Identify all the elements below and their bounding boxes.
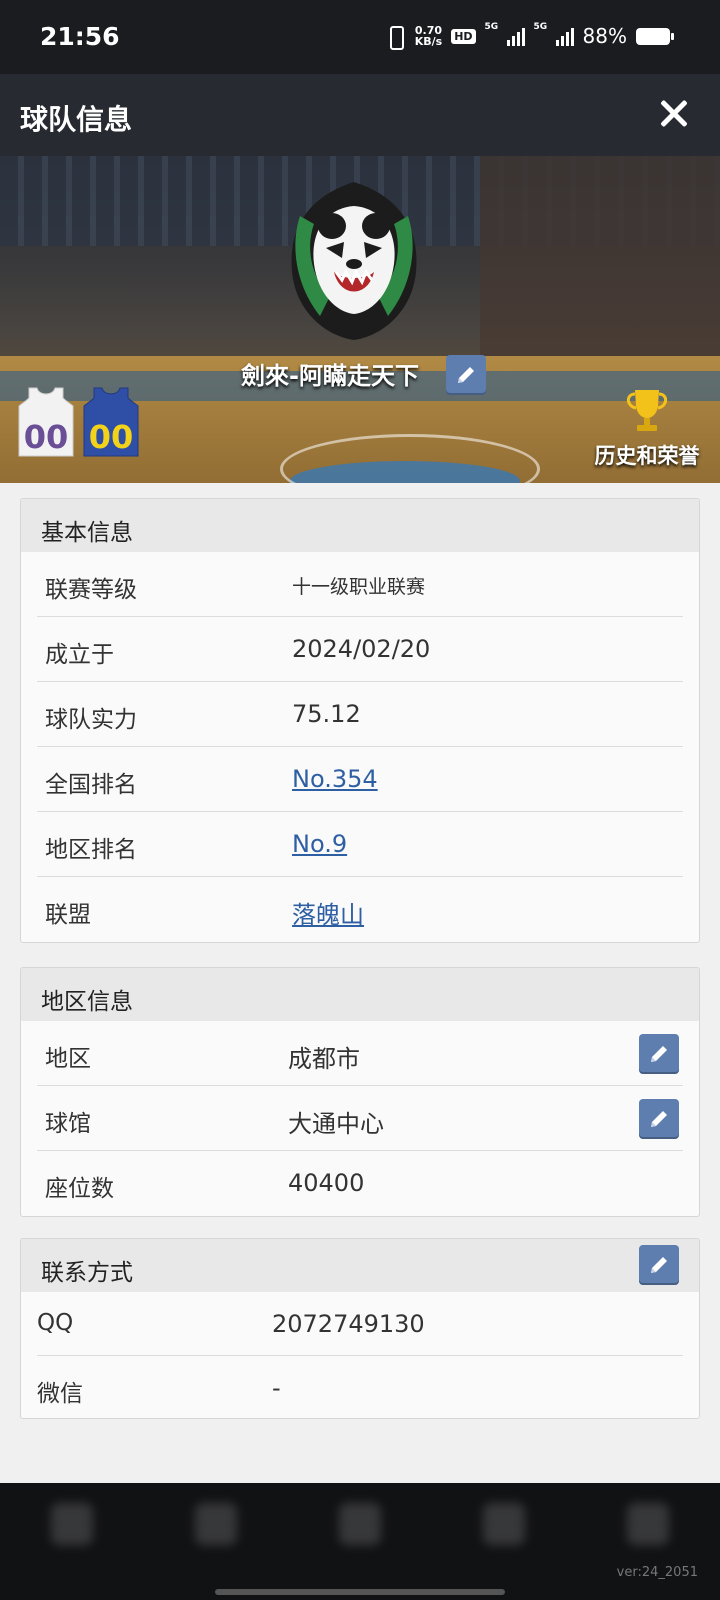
network-speed-unit: KB/s bbox=[414, 35, 443, 48]
region-info-title: 地区信息 bbox=[41, 989, 133, 1015]
arena-wall bbox=[480, 156, 720, 386]
arena-row: 球馆 大通中心 bbox=[37, 1086, 683, 1151]
battery-percent: 88% bbox=[582, 24, 627, 48]
qq-row: QQ 2072749130 bbox=[37, 1292, 683, 1356]
league-level-value: 十一级职业联赛 bbox=[292, 576, 426, 598]
battery-icon bbox=[636, 27, 674, 45]
row-label: 成立于 bbox=[45, 642, 114, 668]
trophy-icon bbox=[626, 390, 668, 431]
team-logo[interactable] bbox=[270, 176, 438, 344]
nav-item bbox=[320, 1503, 400, 1553]
row-label: 全国排名 bbox=[45, 772, 137, 798]
regional-rank-row: 地区排名 No.9 bbox=[37, 812, 683, 877]
seats-value: 40400 bbox=[288, 1169, 365, 1197]
region-info-header: 地区信息 bbox=[21, 968, 699, 1021]
row-label: 地区排名 bbox=[45, 837, 137, 863]
row-label: QQ bbox=[37, 1310, 74, 1336]
close-icon[interactable] bbox=[654, 94, 694, 134]
bottom-nav: ver:24_2051 bbox=[0, 1483, 720, 1600]
national-rank-link[interactable]: No.354 bbox=[292, 765, 378, 793]
sim2-network-label: 5G bbox=[533, 22, 548, 32]
network-speed: 0.70 KB/s bbox=[415, 25, 442, 47]
pencil-icon bbox=[651, 1046, 667, 1062]
edit-team-name-button[interactable] bbox=[446, 355, 486, 395]
row-label: 联赛等级 bbox=[45, 577, 137, 603]
title-bar: 球队信息 bbox=[0, 74, 720, 156]
team-strength-row: 球队实力 75.12 bbox=[37, 682, 683, 747]
contact-card: 联系方式 QQ 2072749130 微信 - bbox=[20, 1238, 700, 1419]
signal-sim2-icon: 5G bbox=[534, 22, 574, 46]
basic-info-card: 基本信息 联赛等级 十一级职业联赛 成立于 2024/02/20 球队实力 75… bbox=[20, 498, 700, 943]
team-banner: 劍來-阿瞞走天下 00 00 历史和荣誉 bbox=[0, 156, 720, 483]
edit-contact-button[interactable] bbox=[639, 1245, 679, 1285]
hd-badge: HD bbox=[451, 28, 476, 44]
row-label: 微信 bbox=[37, 1381, 83, 1407]
page-title: 球队信息 bbox=[20, 103, 133, 136]
pencil-icon bbox=[651, 1111, 667, 1127]
nav-item bbox=[176, 1503, 256, 1553]
row-label: 地区 bbox=[45, 1046, 91, 1072]
row-label: 球馆 bbox=[45, 1111, 91, 1137]
row-label: 球队实力 bbox=[45, 707, 137, 733]
edit-arena-button[interactable] bbox=[639, 1099, 679, 1139]
pencil-icon bbox=[458, 367, 474, 383]
signal-sim1-icon: 5G bbox=[485, 22, 525, 46]
basic-info-title: 基本信息 bbox=[41, 520, 133, 546]
status-icons: 0.70 KB/s HD 5G 5G 88% bbox=[384, 22, 674, 50]
region-value: 成都市 bbox=[288, 1045, 360, 1073]
regional-rank-link[interactable]: No.9 bbox=[292, 830, 347, 858]
row-label: 座位数 bbox=[45, 1176, 114, 1202]
status-bar: 21:56 0.70 KB/s HD 5G 5G 88% bbox=[0, 0, 720, 74]
wechat-row: 微信 - bbox=[37, 1356, 683, 1418]
away-jersey-icon[interactable]: 00 bbox=[82, 386, 140, 458]
region-info-card: 地区信息 地区 成都市 球馆 大通中心 座位数 40400 bbox=[20, 967, 700, 1217]
away-jersey-number: 00 bbox=[89, 418, 134, 456]
edit-region-button[interactable] bbox=[639, 1034, 679, 1074]
nav-item bbox=[464, 1503, 544, 1553]
basic-info-header: 基本信息 bbox=[21, 499, 699, 552]
home-jersey-icon[interactable]: 00 bbox=[17, 386, 75, 458]
contact-title: 联系方式 bbox=[41, 1260, 133, 1286]
history-honors-button[interactable]: 历史和荣誉 bbox=[582, 386, 712, 470]
home-indicator[interactable] bbox=[215, 1589, 505, 1595]
seats-row: 座位数 40400 bbox=[37, 1151, 683, 1216]
contact-header: 联系方式 bbox=[21, 1239, 699, 1292]
national-rank-row: 全国排名 No.354 bbox=[37, 747, 683, 812]
history-honors-label: 历史和荣誉 bbox=[594, 444, 700, 468]
nav-item bbox=[32, 1503, 112, 1553]
region-row: 地区 成都市 bbox=[37, 1021, 683, 1086]
alliance-link[interactable]: 落魄山 bbox=[292, 895, 364, 930]
wechat-value: - bbox=[272, 1374, 281, 1402]
sim1-network-label: 5G bbox=[484, 22, 499, 32]
alliance-row: 联盟 落魄山 bbox=[37, 877, 683, 942]
nav-items bbox=[0, 1483, 720, 1553]
founded-row: 成立于 2024/02/20 bbox=[37, 617, 683, 682]
home-jersey-number: 00 bbox=[24, 418, 69, 456]
founded-value: 2024/02/20 bbox=[292, 635, 431, 663]
qq-value: 2072749130 bbox=[272, 1310, 425, 1338]
nav-item bbox=[608, 1503, 688, 1553]
content-area: 基本信息 联赛等级 十一级职业联赛 成立于 2024/02/20 球队实力 75… bbox=[0, 483, 720, 1483]
arena-value: 大通中心 bbox=[288, 1110, 384, 1138]
pencil-icon bbox=[651, 1257, 667, 1273]
version-label: ver:24_2051 bbox=[616, 1565, 698, 1580]
league-level-row: 联赛等级 十一级职业联赛 bbox=[37, 552, 683, 617]
row-label: 联盟 bbox=[45, 902, 91, 928]
vibrate-icon bbox=[384, 25, 406, 50]
team-strength-value: 75.12 bbox=[292, 700, 361, 728]
status-time: 21:56 bbox=[40, 22, 120, 51]
